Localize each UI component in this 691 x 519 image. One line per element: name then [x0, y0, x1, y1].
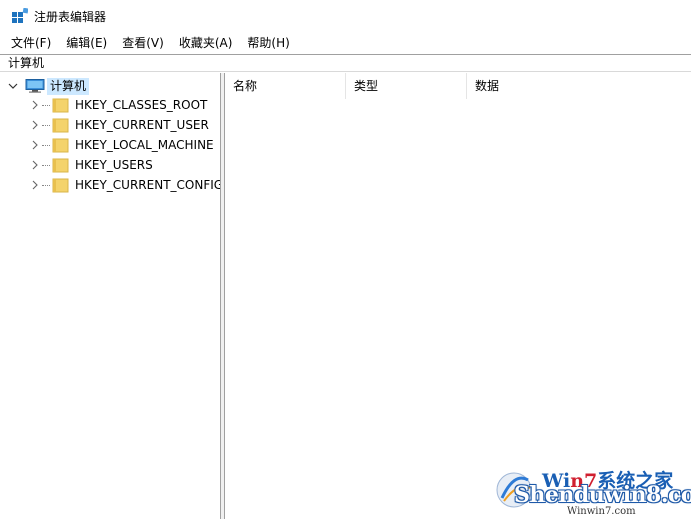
folder-icon	[52, 138, 69, 152]
list-header: 名称 类型 数据	[225, 73, 691, 99]
values-pane[interactable]: 名称 类型 数据	[224, 73, 691, 519]
column-header-name[interactable]: 名称	[225, 73, 346, 99]
tree-item-label[interactable]: HKEY_CLASSES_ROOT	[75, 98, 207, 112]
tree-connector	[42, 164, 50, 166]
registry-editor-icon	[12, 8, 28, 23]
tree-pane[interactable]: 计算机 HKEY_CLASSES_ROOT HKEY_CURRENT_USER …	[0, 73, 221, 519]
computer-icon	[25, 79, 45, 93]
tree-item-label[interactable]: HKEY_USERS	[75, 158, 153, 172]
folder-icon	[52, 118, 69, 132]
tree-item-hklm[interactable]: HKEY_LOCAL_MACHINE	[30, 135, 214, 155]
column-header-data[interactable]: 数据	[467, 73, 691, 99]
chevron-right-icon[interactable]	[30, 100, 40, 110]
column-header-type[interactable]: 类型	[346, 73, 467, 99]
menu-edit[interactable]: 编辑(E)	[58, 32, 114, 54]
chevron-right-icon[interactable]	[30, 120, 40, 130]
tree-item-hkcr[interactable]: HKEY_CLASSES_ROOT	[30, 95, 207, 115]
folder-icon	[52, 158, 69, 172]
chevron-right-icon[interactable]	[30, 140, 40, 150]
folder-icon	[52, 98, 69, 112]
tree-connector	[42, 144, 50, 146]
menu-file[interactable]: 文件(F)	[0, 32, 58, 54]
tree-item-hkcu[interactable]: HKEY_CURRENT_USER	[30, 115, 209, 135]
watermark-main-text: Shenduwin8.com	[514, 482, 691, 508]
menu-view[interactable]: 查看(V)	[114, 32, 171, 54]
window-title: 注册表编辑器	[34, 9, 107, 24]
chevron-right-icon[interactable]	[30, 180, 40, 190]
tree-connector	[42, 124, 50, 126]
tree-root-label[interactable]: 计算机	[47, 77, 90, 95]
tree-item-label[interactable]: HKEY_LOCAL_MACHINE	[75, 138, 214, 152]
tree-item-label[interactable]: HKEY_CURRENT_CONFIG	[75, 178, 220, 192]
chevron-right-icon[interactable]	[30, 160, 40, 170]
title-bar: 注册表编辑器	[0, 0, 691, 32]
tree-item-hkcc[interactable]: HKEY_CURRENT_CONFIG	[30, 175, 220, 195]
folder-icon	[52, 178, 69, 192]
tree-connector	[42, 184, 50, 186]
watermark-sub-text: Winwin7.com	[567, 506, 636, 517]
tree-connector	[42, 104, 50, 106]
tree-item-label[interactable]: HKEY_CURRENT_USER	[75, 118, 209, 132]
chevron-down-icon[interactable]	[8, 81, 18, 91]
watermark: Win7系统之家 Shenduwin8.com Winwin7.com	[492, 462, 691, 519]
tree-item-hku[interactable]: HKEY_USERS	[30, 155, 153, 175]
address-bar[interactable]: 计算机	[0, 54, 691, 72]
menu-favorites[interactable]: 收藏夹(A)	[171, 32, 240, 54]
menu-help[interactable]: 帮助(H)	[239, 32, 296, 54]
tree-root-computer[interactable]: 计算机	[8, 77, 90, 95]
menu-bar: 文件(F) 编辑(E) 查看(V) 收藏夹(A) 帮助(H)	[0, 32, 691, 54]
